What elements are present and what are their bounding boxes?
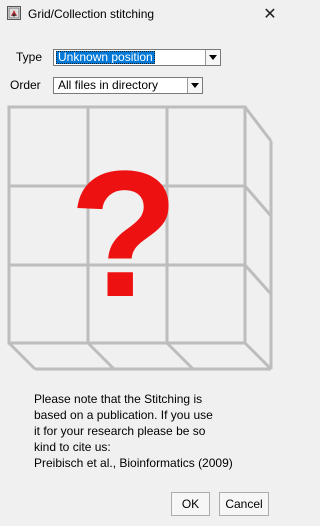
window-title: Grid/Collection stitching	[28, 7, 155, 21]
close-icon: ✕	[263, 6, 277, 23]
ok-button[interactable]: OK	[171, 492, 210, 516]
type-select-value: Unknown position	[56, 50, 155, 64]
order-label: Order	[10, 78, 41, 92]
citation-note: Please note that the Stitching is based …	[34, 392, 233, 470]
app-icon	[7, 6, 21, 20]
close-button[interactable]: ✕	[255, 0, 285, 28]
question-mark: ?	[69, 134, 179, 335]
title-bar: Grid/Collection stitching ✕	[0, 0, 285, 28]
chevron-down-icon[interactable]	[205, 50, 220, 65]
type-select[interactable]: Unknown position	[53, 49, 221, 66]
grid-illustration: ?	[7, 105, 273, 371]
type-label: Type	[16, 50, 43, 64]
chevron-down-icon[interactable]	[187, 78, 202, 93]
order-select[interactable]: All files in directory	[53, 77, 203, 94]
cancel-button[interactable]: Cancel	[219, 492, 269, 516]
order-select-value: All files in directory	[58, 78, 159, 92]
